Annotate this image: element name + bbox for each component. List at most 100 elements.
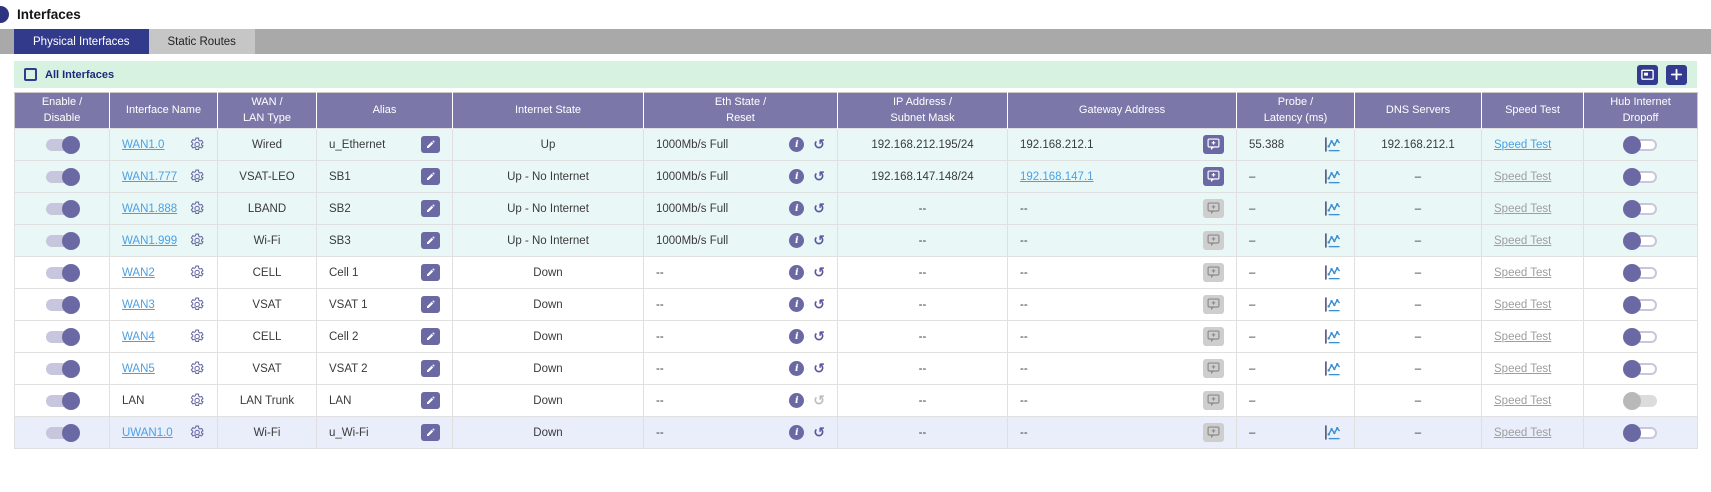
info-icon[interactable]: i [789,233,804,248]
gear-icon[interactable] [188,296,205,313]
column-header: Speed Test [1482,93,1584,129]
latency-chart-icon[interactable] [1323,264,1342,281]
edit-alias-button[interactable] [421,232,440,249]
ping-gateway-button[interactable] [1203,135,1224,154]
latency-chart-icon[interactable] [1323,136,1342,153]
hub-dropoff-toggle[interactable] [1623,136,1659,154]
ping-gateway-button[interactable] [1203,167,1224,186]
interface-name-link[interactable]: WAN4 [122,331,155,343]
edit-alias-button[interactable] [421,168,440,185]
interface-name-link[interactable]: UWAN1.0 [122,427,173,439]
interface-name-link[interactable]: WAN5 [122,363,155,375]
toggle-knob [62,424,80,442]
reset-icon[interactable]: ↺ [813,298,825,312]
hub-dropoff-toggle[interactable] [1623,296,1659,314]
tab-static-routes[interactable]: Static Routes [149,29,255,54]
gear-icon[interactable] [188,392,205,409]
gear-icon[interactable] [188,136,205,153]
info-icon[interactable]: i [789,425,804,440]
hub-dropoff-toggle[interactable] [1623,264,1659,282]
edit-alias-button[interactable] [421,200,440,217]
enable-toggle[interactable] [44,392,80,410]
speed-test-link[interactable]: Speed Test [1494,139,1551,151]
hub-dropoff-toggle[interactable] [1623,200,1659,218]
cell-wan-lan-type: LBAND [218,193,316,224]
reset-icon[interactable]: ↺ [813,266,825,280]
info-icon[interactable]: i [789,169,804,184]
latency-chart-icon[interactable] [1323,168,1342,185]
reset-icon[interactable]: ↺ [813,202,825,216]
cell-gateway: -- [1008,417,1236,448]
hub-dropoff-toggle[interactable] [1623,168,1659,186]
enable-toggle[interactable] [44,424,80,442]
gateway-address: -- [1020,427,1028,439]
interface-name-link[interactable]: WAN1.777 [122,171,177,183]
enable-toggle[interactable] [44,232,80,250]
gear-icon[interactable] [188,424,205,441]
edit-alias-button[interactable] [421,360,440,377]
edit-alias-button[interactable] [421,136,440,153]
enable-toggle[interactable] [44,264,80,282]
reset-icon[interactable]: ↺ [813,330,825,344]
info-icon[interactable]: i [789,361,804,376]
info-icon[interactable]: i [789,297,804,312]
edit-alias-button[interactable] [421,328,440,345]
latency-chart-icon[interactable] [1323,296,1342,313]
gear-icon[interactable] [188,232,205,249]
latency-chart-icon[interactable] [1323,232,1342,249]
latency-chart-icon[interactable] [1323,200,1342,217]
latency-chart-icon[interactable] [1323,360,1342,377]
plus-icon [1670,68,1683,81]
ip-subnet: 192.168.212.195/24 [871,139,973,151]
enable-toggle[interactable] [44,328,80,346]
gear-icon[interactable] [188,328,205,345]
edit-alias-button[interactable] [421,264,440,281]
info-icon[interactable]: i [789,265,804,280]
interface-name-link[interactable]: WAN1.888 [122,203,177,215]
hub-dropoff-toggle[interactable] [1623,232,1659,250]
gear-icon[interactable] [188,360,205,377]
column-header: Probe / Latency (ms) [1237,93,1355,129]
hub-dropoff-toggle[interactable] [1623,424,1659,442]
interface-name-link[interactable]: WAN1.999 [122,235,177,247]
latency-chart-icon[interactable] [1323,424,1342,441]
info-icon[interactable]: i [789,329,804,344]
ip-subnet: 192.168.147.148/24 [871,171,973,183]
reset-icon[interactable]: ↺ [813,362,825,376]
reset-icon[interactable]: ↺ [813,170,825,184]
info-icon[interactable]: i [789,393,804,408]
dns-servers: – [1415,203,1421,215]
interface-name-link[interactable]: WAN3 [122,299,155,311]
interface-name-link[interactable]: WAN1.0 [122,139,164,151]
reset-icon[interactable]: ↺ [813,426,825,440]
interface-name-link[interactable]: WAN2 [122,267,155,279]
gateway-address[interactable]: 192.168.147.1 [1020,171,1094,183]
info-icon[interactable]: i [789,137,804,152]
reset-icon[interactable]: ↺ [813,234,825,248]
hub-dropoff-toggle[interactable] [1623,360,1659,378]
info-icon[interactable]: i [789,201,804,216]
enable-toggle[interactable] [44,136,80,154]
gear-icon[interactable] [188,264,205,281]
add-button[interactable] [1666,65,1687,85]
pencil-icon [425,203,436,214]
enable-toggle[interactable] [44,360,80,378]
enable-toggle[interactable] [44,200,80,218]
tab-physical-interfaces[interactable]: Physical Interfaces [14,29,149,54]
gear-icon[interactable] [188,200,205,217]
gateway-address: -- [1020,363,1028,375]
all-interfaces-checkbox[interactable] [24,68,37,81]
reset-icon[interactable]: ↺ [813,138,825,152]
cell-gateway: -- [1008,321,1236,352]
enable-toggle[interactable] [44,296,80,314]
view-button[interactable] [1637,65,1658,85]
hub-dropoff-toggle[interactable] [1623,328,1659,346]
edit-alias-button[interactable] [421,392,440,409]
enable-toggle[interactable] [44,168,80,186]
latency-chart-icon[interactable] [1323,328,1342,345]
cell-speed-test: Speed Test [1482,417,1583,448]
edit-alias-button[interactable] [421,424,440,441]
edit-alias-button[interactable] [421,296,440,313]
cell-eth-state: -- i↺ [644,385,837,416]
gear-icon[interactable] [188,168,205,185]
